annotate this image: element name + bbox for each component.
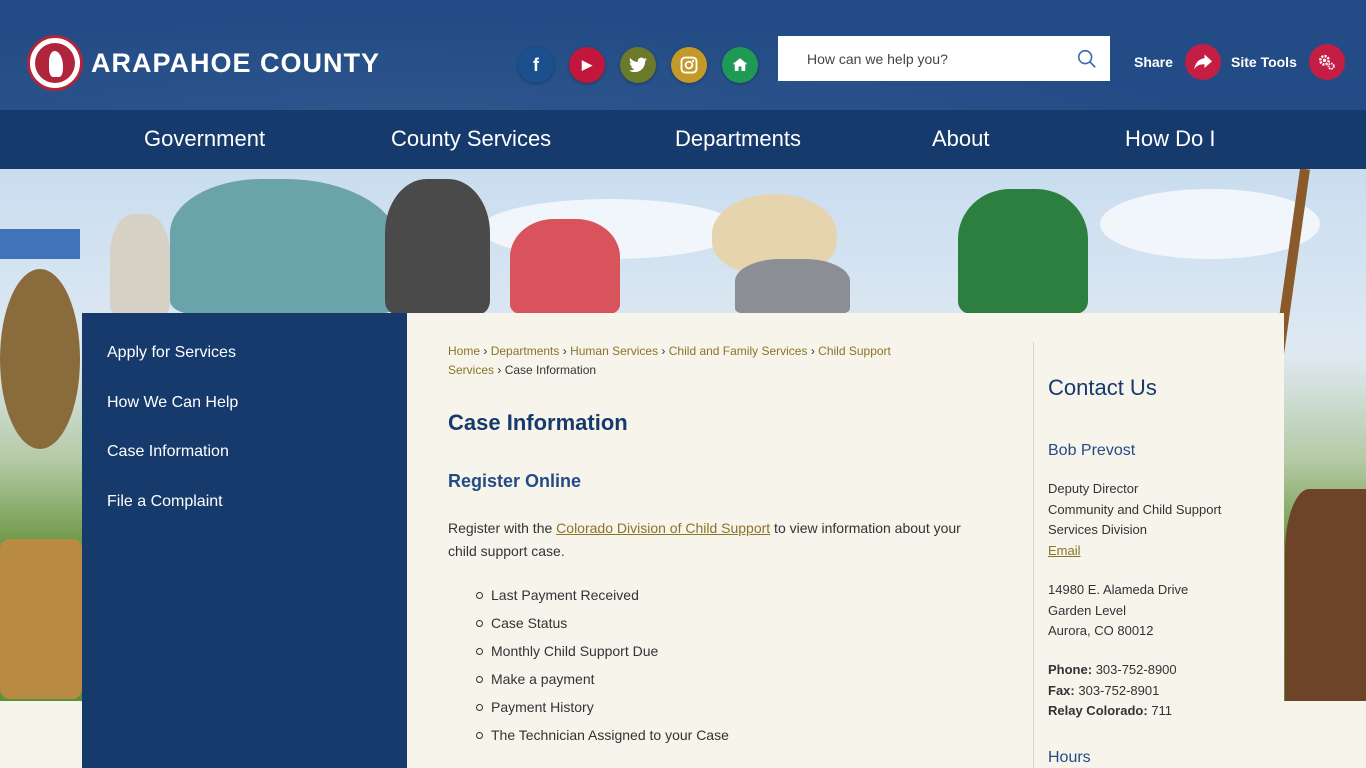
section-sidebar: Apply for Services How We Can Help Case … bbox=[82, 313, 407, 768]
contact-relay: Relay Colorado: 711 bbox=[1048, 703, 1173, 719]
nav-government[interactable]: Government bbox=[144, 126, 265, 152]
contact-email-link[interactable]: Email bbox=[1048, 543, 1081, 558]
breadcrumb-current: Case Information bbox=[504, 363, 597, 377]
nextdoor-icon[interactable] bbox=[722, 47, 758, 83]
list-item: Payment History bbox=[476, 697, 729, 725]
search-input[interactable] bbox=[807, 50, 1057, 67]
search-icon[interactable] bbox=[1076, 48, 1098, 70]
twitter-icon[interactable] bbox=[620, 47, 656, 83]
contact-name: Bob Prevost bbox=[1048, 442, 1136, 459]
address-line: 14980 E. Alameda Drive bbox=[1048, 581, 1189, 597]
main-navigation: Government County Services Departments A… bbox=[0, 110, 1366, 169]
sidebar-item-apply-for-services[interactable]: Apply for Services bbox=[82, 341, 407, 391]
county-seal-icon bbox=[27, 35, 83, 91]
breadcrumb: Home › Departments › Human Services › Ch… bbox=[448, 344, 891, 377]
sidebar-item-how-we-can-help[interactable]: How We Can Help bbox=[82, 391, 407, 441]
site-header: ARAPAHOE COUNTY f ▶ Share Site Tools bbox=[0, 0, 1366, 110]
contact-phone: Phone: 303-752-8900 bbox=[1048, 661, 1177, 677]
list-item: Case Status bbox=[476, 613, 729, 641]
social-links: f ▶ bbox=[518, 47, 758, 83]
county-logo[interactable]: ARAPAHOE COUNTY bbox=[27, 35, 380, 91]
content-divider bbox=[1033, 342, 1034, 768]
share-label: Share bbox=[1134, 54, 1173, 70]
breadcrumb-departments[interactable]: Departments bbox=[491, 344, 560, 358]
list-item: Last Payment Received bbox=[476, 585, 729, 613]
facebook-icon[interactable]: f bbox=[518, 47, 554, 83]
contact-fax: Fax: 303-752-8901 bbox=[1048, 682, 1160, 698]
section-heading-register-online: Register Online bbox=[448, 471, 582, 491]
contact-role-line: Deputy Director bbox=[1048, 481, 1139, 496]
nav-about[interactable]: About bbox=[932, 126, 990, 152]
breadcrumb-child-and-family-services[interactable]: Child and Family Services bbox=[669, 344, 808, 358]
breadcrumb-home[interactable]: Home bbox=[448, 344, 480, 358]
nav-departments[interactable]: Departments bbox=[675, 126, 801, 152]
site-tools-label: Site Tools bbox=[1231, 54, 1297, 70]
case-info-list: Last Payment Received Case Status Monthl… bbox=[476, 585, 729, 753]
share-arrow-icon bbox=[1184, 44, 1221, 80]
sidebar-item-file-a-complaint[interactable]: File a Complaint bbox=[82, 490, 407, 540]
list-item: Make a payment bbox=[476, 669, 729, 697]
search-box bbox=[778, 36, 1110, 81]
gear-icon bbox=[1308, 44, 1345, 80]
sidebar-item-case-information[interactable]: Case Information bbox=[82, 440, 407, 490]
address-line: Aurora, CO 80012 bbox=[1048, 623, 1154, 639]
colorado-division-link[interactable]: Colorado Division of Child Support bbox=[556, 520, 770, 536]
address-line: Garden Level bbox=[1048, 602, 1127, 618]
main-content: Home › Departments › Human Services › Ch… bbox=[407, 313, 1284, 768]
register-paragraph: Register with the Colorado Division of C… bbox=[448, 520, 961, 559]
share-button[interactable]: Share bbox=[1134, 44, 1221, 80]
nav-county-services[interactable]: County Services bbox=[391, 126, 551, 152]
nav-how-do-i[interactable]: How Do I bbox=[1125, 126, 1215, 152]
page-title: Case Information bbox=[448, 410, 628, 435]
breadcrumb-human-services[interactable]: Human Services bbox=[570, 344, 658, 358]
hours-heading: Hours bbox=[1048, 749, 1091, 767]
youtube-icon[interactable]: ▶ bbox=[569, 47, 605, 83]
logo-text: ARAPAHOE COUNTY bbox=[91, 47, 381, 78]
site-tools-button[interactable]: Site Tools bbox=[1231, 44, 1345, 80]
contact-role-line: Services Division bbox=[1048, 522, 1147, 538]
list-item: Monthly Child Support Due bbox=[476, 641, 729, 669]
contact-role-line: Community and Child Support bbox=[1048, 501, 1222, 517]
contact-us-panel: Contact Us Bob Prevost Deputy Director C… bbox=[1048, 375, 1268, 768]
list-item: The Technician Assigned to your Case bbox=[476, 725, 729, 753]
instagram-icon[interactable] bbox=[671, 47, 707, 83]
contact-heading: Contact Us bbox=[1048, 375, 1157, 400]
